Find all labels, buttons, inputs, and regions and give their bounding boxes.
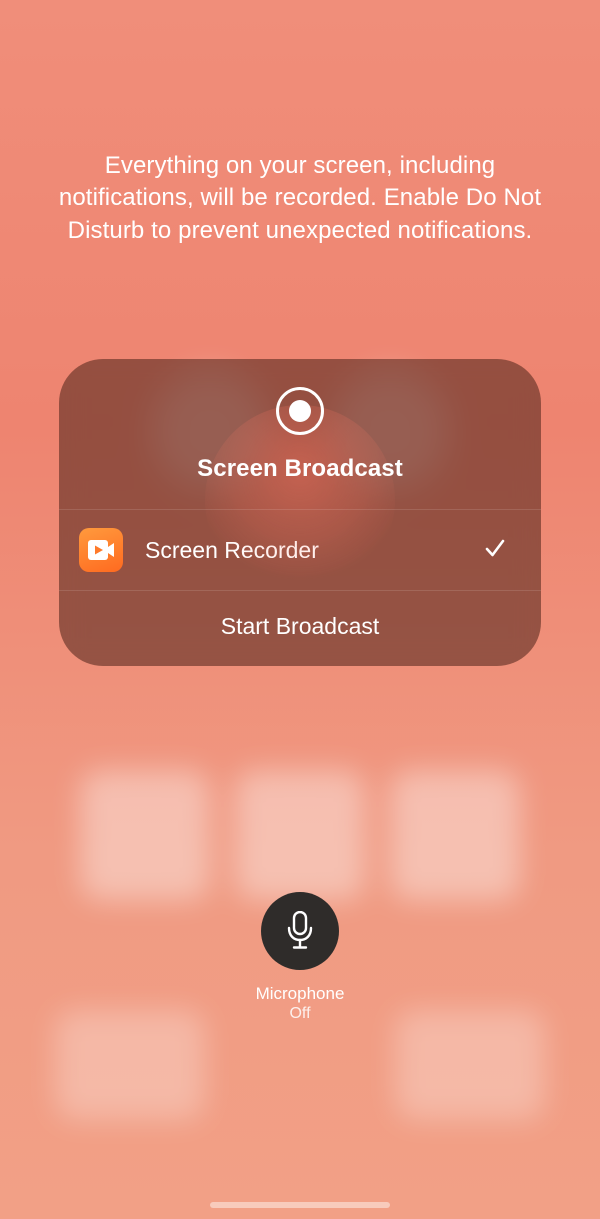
broadcast-target-row[interactable]: Screen Recorder (59, 510, 541, 591)
checkmark-icon (483, 536, 507, 565)
broadcast-card-header: Screen Broadcast (59, 359, 541, 510)
microphone-state: Off (289, 1005, 310, 1023)
broadcast-target-label: Screen Recorder (145, 537, 483, 564)
microphone-icon (285, 911, 315, 951)
screen-recorder-app-icon (79, 528, 123, 572)
home-indicator[interactable] (210, 1202, 390, 1208)
start-broadcast-button[interactable]: Start Broadcast (59, 591, 541, 666)
broadcast-title: Screen Broadcast (197, 455, 403, 483)
record-icon (276, 387, 324, 435)
recording-warning-text: Everything on your screen, including not… (0, 150, 600, 247)
microphone-toggle-button[interactable] (261, 892, 339, 970)
microphone-label: Microphone (256, 984, 345, 1004)
broadcast-card: Screen Broadcast Screen Recorder Start B… (59, 359, 541, 666)
